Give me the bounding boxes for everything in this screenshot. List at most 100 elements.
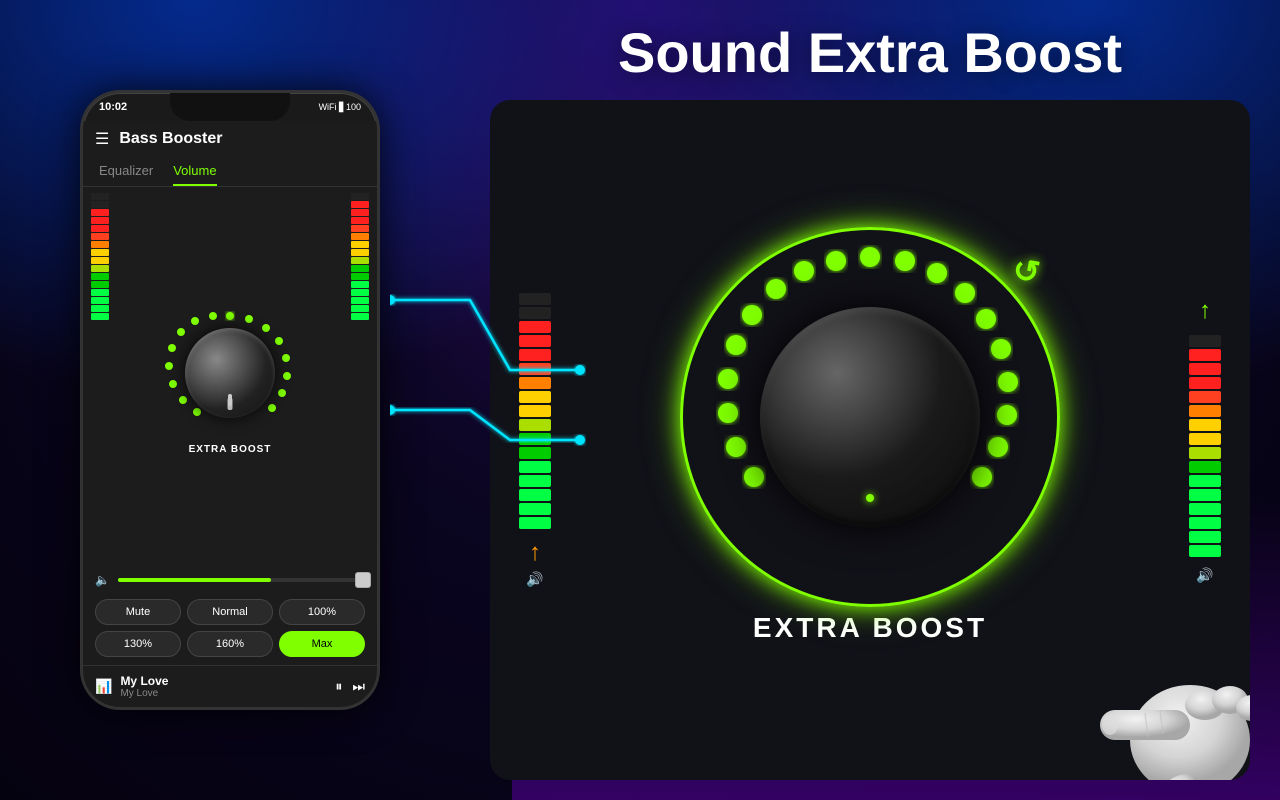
phone-knob-ring — [165, 308, 295, 438]
phone-knob[interactable] — [185, 328, 275, 418]
volume-row: 🔈 — [83, 569, 377, 591]
status-time: 10:02 — [99, 101, 127, 113]
vu-bar — [519, 489, 551, 501]
vu-bar — [91, 225, 109, 232]
vu-bar — [351, 305, 369, 312]
vu-bar — [519, 433, 551, 445]
extra-boost-label: EXTRA BOOST — [753, 612, 987, 644]
tab-volume[interactable]: Volume — [173, 157, 216, 186]
vu-bar — [1189, 391, 1221, 403]
preset-100[interactable]: 100% — [279, 599, 365, 625]
vu-bar — [91, 241, 109, 248]
vu-bar — [91, 209, 109, 216]
knob-indicator — [228, 398, 233, 410]
pause-button[interactable]: ⏸ — [335, 678, 342, 695]
vu-bar — [1189, 545, 1221, 557]
vu-bar — [519, 293, 551, 305]
phone-mockup: 10:02 WiFi ▋100 ☰ Bass Booster Equalizer… — [80, 90, 380, 710]
volume-icon: 🔈 — [95, 573, 110, 587]
preset-normal[interactable]: Normal — [187, 599, 273, 625]
vu-bar — [91, 297, 109, 304]
vu-bar — [519, 377, 551, 389]
vu-bar — [91, 217, 109, 224]
volume-track[interactable] — [118, 578, 365, 582]
right-arrow-group: ↑ — [1199, 297, 1211, 325]
phone-content: ☰ Bass Booster Equalizer Volume — [83, 121, 377, 707]
vu-bar — [519, 419, 551, 431]
phone-knob-area: EXTRA BOOST — [113, 193, 347, 569]
track-info: My Love My Love — [120, 674, 327, 699]
vu-bar — [519, 447, 551, 459]
vu-bar — [519, 461, 551, 473]
hamburger-icon[interactable]: ☰ — [95, 129, 109, 149]
vu-bar — [1189, 419, 1221, 431]
phone-title: Bass Booster — [119, 130, 222, 148]
vu-bar — [351, 249, 369, 256]
vu-bar — [351, 289, 369, 296]
vu-bar — [519, 503, 551, 515]
main-container: 10:02 WiFi ▋100 ☰ Bass Booster Equalizer… — [0, 0, 1280, 800]
vu-bar — [351, 273, 369, 280]
vu-bar — [519, 475, 551, 487]
tab-equalizer[interactable]: Equalizer — [99, 157, 153, 186]
vu-bar — [1189, 405, 1221, 417]
vu-bar — [351, 225, 369, 232]
vu-bar — [351, 265, 369, 272]
large-knob[interactable] — [760, 307, 980, 527]
vu-bar — [351, 217, 369, 224]
vu-bar — [351, 297, 369, 304]
pointing-hand — [1090, 580, 1250, 780]
preset-mute[interactable]: Mute — [95, 599, 181, 625]
vu-bar — [91, 273, 109, 280]
vu-bar — [351, 281, 369, 288]
vu-bar — [351, 257, 369, 264]
up-arrow-green: ↑ — [1199, 297, 1211, 325]
vu-bar — [1189, 475, 1221, 487]
vu-bar — [519, 349, 551, 361]
preset-buttons: Mute Normal 100% 130% 160% Max — [83, 591, 377, 665]
knob-green-dot — [866, 494, 874, 502]
player-controls: ⏸ ⏭ — [335, 678, 365, 695]
main-area: EXTRA BOOST — [83, 193, 377, 569]
phone-knob-label: EXTRA BOOST — [189, 444, 272, 455]
vu-bar — [1189, 335, 1221, 347]
vu-bar — [1189, 447, 1221, 459]
phone-notch — [170, 93, 290, 121]
vu-bar — [351, 209, 369, 216]
vu-bar — [1189, 517, 1221, 529]
vu-bar — [91, 305, 109, 312]
next-button[interactable]: ⏭ — [352, 678, 365, 695]
vu-bar — [91, 193, 109, 200]
vu-bar — [519, 321, 551, 333]
vu-bar — [519, 405, 551, 417]
vu-bar — [351, 201, 369, 208]
vu-bar — [91, 249, 109, 256]
vu-bar — [91, 265, 109, 272]
track-name: My Love — [120, 674, 327, 688]
vu-bar — [1189, 461, 1221, 473]
vu-bar — [351, 233, 369, 240]
vu-bar — [1189, 363, 1221, 375]
preset-max[interactable]: Max — [279, 631, 365, 657]
up-arrow-orange: ↑ — [529, 539, 541, 567]
vu-bar — [519, 307, 551, 319]
vu-bar — [1189, 377, 1221, 389]
vu-bar — [519, 391, 551, 403]
vu-bar — [351, 193, 369, 200]
vu-bar — [91, 281, 109, 288]
volume-fill — [118, 578, 271, 582]
vu-bar — [1189, 531, 1221, 543]
vu-bar — [91, 257, 109, 264]
vu-bar — [91, 233, 109, 240]
large-knob-ring: ↺ — [690, 237, 1050, 597]
preset-160[interactable]: 160% — [187, 631, 273, 657]
vu-bar — [1189, 503, 1221, 515]
vu-bar — [91, 313, 109, 320]
speaker-icon-left: 🔊 — [526, 571, 543, 588]
preset-130[interactable]: 130% — [95, 631, 181, 657]
volume-thumb — [355, 572, 371, 588]
vu-bar — [351, 313, 369, 320]
large-vu-right: ↑ 🔊 — [1180, 297, 1230, 584]
vu-bar — [91, 201, 109, 208]
track-artist: My Love — [120, 688, 327, 699]
